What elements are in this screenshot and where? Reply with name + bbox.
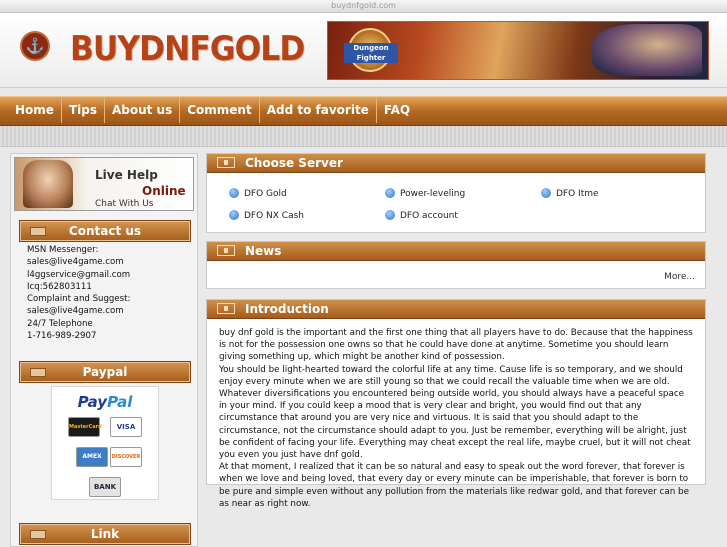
contact-line: Icq:562803111 [27,281,92,292]
arrow-circle-icon [385,188,395,198]
choose-server-title: Choose Server [207,154,705,173]
sidebar: Live Help Online Chat With Us Contact us… [10,153,198,547]
contact-us-title: Contact us [19,220,191,242]
contact-line: 24/7 Telephone [27,318,93,329]
browser-top-bar: buydnfgold.com [0,0,727,13]
section-decoration-icon [217,157,235,168]
discover-icon: DISCOVER [110,447,142,467]
news-more-link[interactable]: More... [664,272,695,282]
intro-paragraph: You should be light-hearted toward the c… [219,364,691,461]
contact-line: 1-716-989-2907 [27,331,97,342]
nav-tips[interactable]: Tips [62,97,105,123]
news-panel: News More... [206,241,706,289]
section-decoration-icon [217,245,235,256]
nav-comment[interactable]: Comment [180,97,260,123]
page-url: buydnfgold.com [331,1,396,10]
server-link-dfo-itme[interactable]: DFO Itme [541,188,599,199]
main-nav: Home Tips About us Comment Add to favori… [0,96,727,126]
section-decoration-icon [217,303,235,314]
server-link-power-leveling[interactable]: Power-leveling [385,188,465,199]
link-title: Link [19,523,191,545]
arrow-circle-icon [385,210,395,220]
server-link-dfo-nx-cash[interactable]: DFO NX Cash [229,210,304,221]
support-agent-image [23,160,73,208]
live-help-chat: Chat With Us [95,199,154,209]
site-logo-text[interactable]: BUYDNFGOLD [70,29,305,69]
nav-home[interactable]: Home [0,97,62,123]
arrow-circle-icon [229,188,239,198]
banner-character-image [592,24,702,76]
contact-line: sales@live4game.com [27,257,124,268]
introduction-text: buy dnf gold is the important and the fi… [207,319,705,510]
paypal-title: Paypal [19,361,191,383]
nav-about-us[interactable]: About us [105,97,181,123]
choose-server-panel: Choose Server DFO Gold Power-leveling DF… [206,153,706,233]
contact-line: Complaint and Suggest: [27,294,131,305]
mastercard-icon: MasterCard [68,417,102,437]
server-link-dfo-gold[interactable]: DFO Gold [229,188,287,199]
server-link-dfo-account[interactable]: DFO account [385,210,458,221]
intro-paragraph: At that moment, I realized that it can b… [219,462,689,509]
arrow-circle-icon [229,210,239,220]
contact-info: MSN Messenger: sales@live4game.com l4ggs… [17,244,189,342]
introduction-panel: Introduction buy dnf gold is the importa… [206,299,706,509]
visa-icon: VISA [110,417,142,437]
live-help-online: Online [142,184,186,198]
news-title: News [207,242,705,261]
live-help-banner[interactable]: Live Help Online Chat With Us [14,157,194,211]
contact-line: l4ggservice@gmail.com [27,269,131,280]
amex-icon: AMEX [76,447,108,467]
nav-add-to-favorite[interactable]: Add to favorite [260,97,377,123]
paypal-logo[interactable]: PayPal [52,393,158,411]
payment-methods: PayPal MasterCard VISA AMEX DISCOVER BAN… [51,386,159,500]
nav-faq[interactable]: FAQ [377,97,417,123]
bank-icon: BANK [89,477,121,497]
site-header: ⚓ BUYDNFGOLD Dungeon Fighter [0,13,727,88]
game-logo-badge: Dungeon Fighter [344,28,398,72]
introduction-title: Introduction [207,300,705,319]
contact-line: MSN Messenger: [27,245,99,255]
live-help-title: Live Help [95,168,158,182]
intro-paragraph: buy dnf gold is the important and the fi… [219,328,693,363]
arrow-circle-icon [541,188,551,198]
contact-line: sales@live4game.com [27,306,124,317]
game-banner[interactable]: Dungeon Fighter [327,21,709,80]
anchor-logo-icon: ⚓ [20,31,50,61]
decorative-stripe [0,126,727,147]
